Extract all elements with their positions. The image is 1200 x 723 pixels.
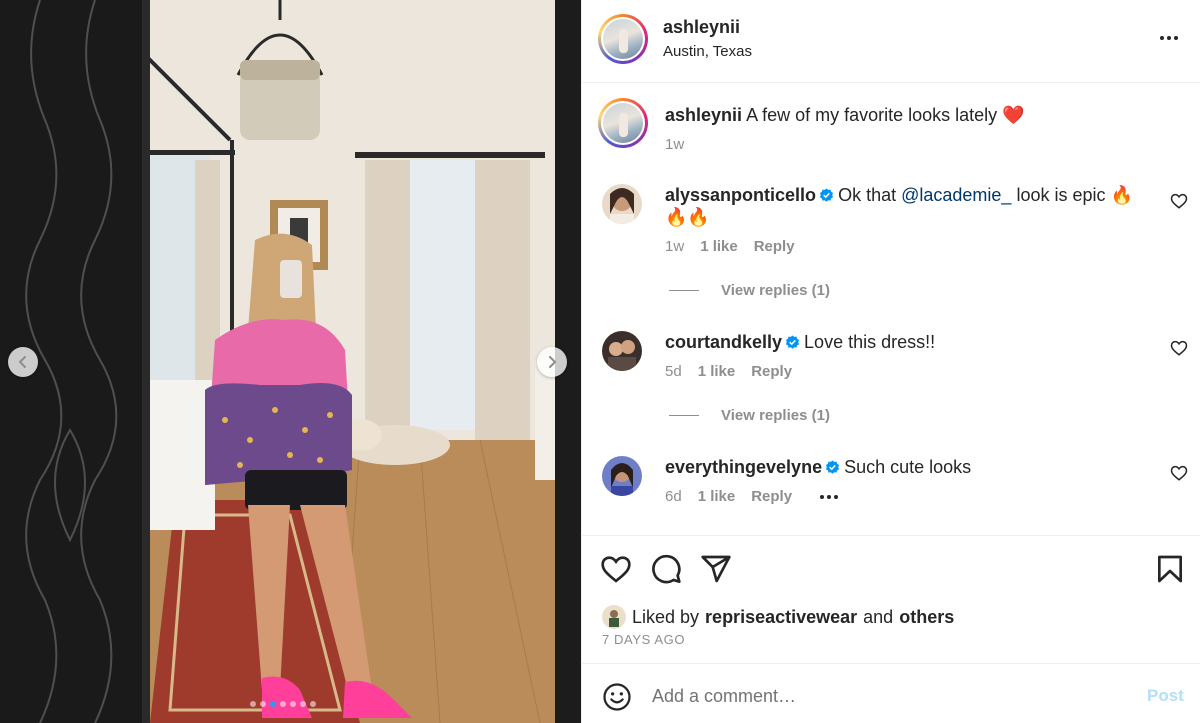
comment-text: everythingevelyne Such cute looks [665, 456, 1155, 478]
caption-avatar[interactable] [598, 98, 648, 148]
caption-username[interactable]: ashleynii [665, 105, 742, 125]
comment-time[interactable]: 6d [665, 488, 682, 505]
caption-body: A few of my favorite looks lately [746, 105, 998, 125]
reply-button[interactable]: Reply [751, 488, 792, 505]
comment-input[interactable] [652, 682, 1132, 710]
chevron-left-icon [18, 356, 26, 368]
comment-composer: Post [582, 663, 1200, 723]
author-username[interactable]: ashleynii [663, 17, 740, 38]
liker-avatar[interactable] [602, 605, 626, 629]
heart-icon[interactable] [1170, 192, 1188, 210]
post-detail-panel: ashleynii Austin, Texas ashleynii A few … [581, 0, 1200, 723]
commenter-avatar[interactable] [602, 331, 642, 371]
commenter-avatar[interactable] [602, 456, 642, 496]
carousel-prev-button[interactable] [8, 347, 38, 377]
liked-prefix: Liked by [632, 606, 700, 627]
comment-likes[interactable]: 1 like [698, 488, 736, 505]
commenter-avatar[interactable] [602, 184, 642, 224]
comment-time[interactable]: 5d [665, 363, 682, 380]
carousel-dot [300, 701, 306, 707]
heart-icon[interactable] [1170, 464, 1188, 482]
share-icon[interactable] [700, 553, 732, 585]
comment-options-icon[interactable] [820, 494, 839, 499]
author-avatar[interactable] [598, 14, 648, 64]
mention-link[interactable]: @lacademie_ [901, 185, 1011, 205]
caption-text: ashleynii A few of my favorite looks lat… [665, 105, 1025, 126]
verified-icon [785, 335, 800, 349]
view-replies-label: View replies (1) [721, 282, 830, 299]
heart-emoji: ❤️ [1002, 105, 1025, 125]
comments-list[interactable]: ashleynii A few of my favorite looks lat… [582, 84, 1200, 534]
carousel-dot [310, 701, 316, 707]
liked-by: Liked by repriseactivewear and others [602, 605, 954, 629]
emoji-icon[interactable] [602, 682, 632, 712]
chevron-right-icon [549, 356, 557, 368]
reply-button[interactable]: Reply [751, 363, 792, 380]
carousel-dot [290, 701, 296, 707]
post-header: ashleynii Austin, Texas [582, 0, 1200, 83]
carousel-dot [260, 701, 266, 707]
carousel-dot [250, 701, 256, 707]
comment-meta: 5d 1 like Reply [665, 363, 792, 380]
comment-meta: 6d 1 like Reply [665, 488, 839, 505]
more-icon[interactable] [1155, 26, 1183, 50]
comment-time[interactable]: 1w [665, 238, 684, 255]
post-location[interactable]: Austin, Texas [663, 43, 752, 60]
view-replies-button[interactable]: View replies (1) [669, 407, 830, 424]
comment-meta: 1w 1 like Reply [665, 238, 795, 255]
view-replies-button[interactable]: View replies (1) [669, 282, 830, 299]
comment-body: Such cute looks [844, 457, 972, 477]
carousel-dot [270, 701, 276, 707]
comment-likes[interactable]: 1 like [698, 363, 736, 380]
post-photo[interactable] [0, 0, 581, 723]
liked-and: and [863, 606, 894, 627]
carousel-dot [280, 701, 286, 707]
comment-username[interactable]: courtandkelly [665, 332, 782, 352]
carousel-next-button[interactable] [537, 347, 567, 377]
heart-icon[interactable] [1170, 339, 1188, 357]
view-replies-label: View replies (1) [721, 407, 830, 424]
heart-icon[interactable] [600, 553, 632, 585]
comment-body: Love this dress!! [804, 332, 936, 352]
comment-text: alyssanponticello Ok that @lacademie_ loo… [665, 184, 1155, 228]
comment-username[interactable]: everythingevelyne [665, 457, 822, 477]
caption-time[interactable]: 1w [665, 136, 684, 153]
comment-username[interactable]: alyssanponticello [665, 185, 816, 205]
post-age[interactable]: 7 DAYS AGO [602, 632, 685, 647]
liked-others-link[interactable]: others [899, 607, 954, 628]
mirror-selfie-image [0, 0, 581, 723]
reply-button[interactable]: Reply [754, 238, 795, 255]
post-actions: Liked by repriseactivewear and others 7 … [582, 535, 1200, 663]
liker-username[interactable]: repriseactivewear [705, 607, 857, 628]
post-button[interactable]: Post [1147, 686, 1184, 706]
verified-icon [820, 188, 834, 202]
comment-icon[interactable] [650, 553, 682, 585]
comment-body: Ok that [838, 185, 902, 205]
carousel-indicator [250, 701, 316, 707]
comment-text: courtandkelly Love this dress!! [665, 331, 1155, 353]
comment-likes[interactable]: 1 like [700, 238, 738, 255]
verified-icon [826, 460, 840, 474]
bookmark-icon[interactable] [1154, 553, 1186, 585]
